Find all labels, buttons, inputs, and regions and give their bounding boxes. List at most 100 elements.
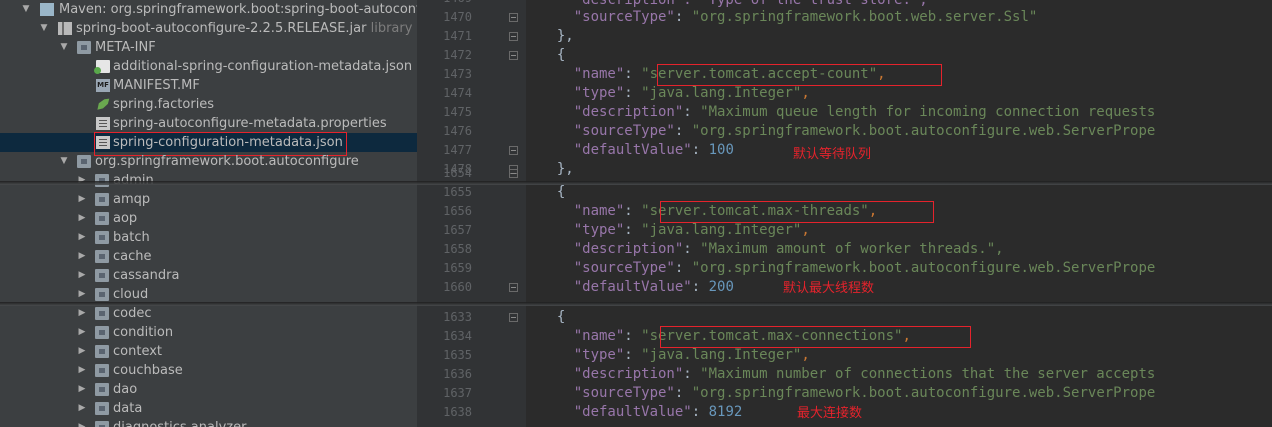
collapsed-arrow-icon[interactable]: ▶: [76, 380, 88, 399]
package-icon: [95, 326, 109, 339]
expand-arrow-icon[interactable]: ▼: [38, 19, 50, 38]
tree-row-subpackage[interactable]: ▶ dao: [0, 380, 417, 399]
tree-row-jar[interactable]: ▼ spring-boot-autoconfigure-2.2.5.RELEAS…: [0, 19, 417, 38]
code-line-type: "type": "java.lang.Integer",: [573, 222, 810, 238]
collapsed-arrow-icon[interactable]: ▶: [76, 247, 88, 266]
annotation-highlight-box: [660, 326, 971, 348]
package-icon: [95, 364, 109, 377]
tree-row-meta-inf[interactable]: ▼ META-INF: [0, 38, 417, 57]
tree-row-subpackage[interactable]: ▶ context: [0, 342, 417, 361]
tree-label: amqp: [113, 192, 151, 207]
collapsed-arrow-icon[interactable]: ▶: [76, 361, 88, 380]
tree-row-maven-root[interactable]: ▼ Maven: org.springframework.boot:spring…: [0, 0, 417, 19]
tree-row-subpackage[interactable]: ▶ aop: [0, 209, 417, 228]
line-number: 1636: [443, 367, 472, 381]
tree-row-file[interactable]: spring-autoconfigure-metadata.properties: [0, 114, 417, 133]
manifest-file-icon: MF: [96, 79, 110, 92]
annotation-highlight-box: [657, 64, 942, 86]
line-number: 1633: [443, 310, 472, 324]
tree-row-subpackage[interactable]: ▶ diagnostics.analyzer: [0, 418, 417, 427]
code-line-description: "description": "Maximum amount of worker…: [573, 241, 1004, 257]
line-number: 1474: [443, 86, 472, 100]
line-number: 1470: [443, 10, 472, 24]
tree-row-subpackage[interactable]: ▶ couchbase: [0, 361, 417, 380]
fold-marker-icon[interactable]: [509, 32, 518, 41]
tree-row-subpackage[interactable]: ▶ batch: [0, 228, 417, 247]
collapsed-arrow-icon[interactable]: ▶: [76, 228, 88, 247]
code-line-sourcetype: "sourceType": "org.springframework.boot.…: [573, 385, 1156, 401]
tree-label: diagnostics.analyzer: [113, 418, 246, 427]
tree-label: cassandra: [113, 268, 180, 283]
tree-row-subpackage[interactable]: ▶ condition: [0, 323, 417, 342]
line-number: 1473: [443, 67, 472, 81]
code-line: },: [556, 161, 574, 177]
package-icon: [95, 269, 109, 282]
code-line-type: "type": "java.lang.Integer",: [573, 85, 810, 101]
code-line: {: [556, 309, 566, 325]
tree-row-subpackage[interactable]: ▶ amqp: [0, 190, 417, 209]
expand-arrow-icon[interactable]: ▼: [58, 38, 70, 57]
tree-label: dao: [113, 382, 138, 397]
package-icon: [95, 250, 109, 263]
line-number: 1657: [443, 223, 472, 237]
folder-icon: [77, 41, 91, 54]
fold-marker-icon[interactable]: [509, 13, 518, 22]
line-number: 1656: [443, 204, 472, 218]
tree-label: MANIFEST.MF: [113, 78, 200, 93]
code-line-sourcetype: "sourceType": "org.springframework.boot.…: [573, 123, 1156, 139]
line-number: 1469: [420, 0, 472, 8]
code-line-type: "type": "java.lang.Integer",: [573, 347, 810, 363]
line-number: 1638: [443, 405, 472, 419]
collapsed-arrow-icon[interactable]: ▶: [76, 399, 88, 418]
tree-row-file[interactable]: additional-spring-configuration-metadata…: [0, 57, 417, 76]
tree-row-package[interactable]: ▼ org.springframework.boot.autoconfigure: [0, 152, 417, 171]
package-icon: [95, 383, 109, 396]
annotation-highlight-box: [660, 201, 934, 223]
spring-leaf-icon: [97, 98, 110, 110]
package-icon: [95, 193, 109, 206]
fold-marker-icon[interactable]: [509, 146, 518, 155]
fold-marker-icon[interactable]: [509, 313, 518, 322]
collapsed-arrow-icon[interactable]: ▶: [76, 209, 88, 228]
line-number: 1477: [443, 143, 472, 157]
collapsed-arrow-icon[interactable]: ▶: [76, 342, 88, 361]
code-line-sourcetype: "sourceType": "org.springframework.boot.…: [573, 260, 1156, 276]
screenshot-separator: [0, 181, 1272, 185]
package-icon: [95, 421, 109, 427]
tree-row-subpackage[interactable]: ▶ cache: [0, 247, 417, 266]
line-number: 1658: [443, 242, 472, 256]
tree-row-subpackage[interactable]: ▶ cassandra: [0, 266, 417, 285]
fold-marker-icon[interactable]: [509, 51, 518, 60]
project-tree: ▼ Maven: org.springframework.boot:spring…: [0, 0, 417, 427]
code-line-description: "description": "Maximum queue length for…: [573, 104, 1156, 120]
tree-label: spring.factories: [113, 97, 215, 112]
line-number: 1475: [443, 105, 472, 119]
package-icon: [77, 155, 91, 168]
collapsed-arrow-icon[interactable]: ▶: [76, 304, 88, 323]
code-line-defaultvalue: "defaultValue": 200: [573, 279, 734, 295]
line-number: 1659: [443, 261, 472, 275]
fold-marker-icon[interactable]: [509, 169, 518, 178]
code-line-description: "description": "Maximum number of connec…: [573, 366, 1156, 382]
collapsed-arrow-icon[interactable]: ▶: [76, 190, 88, 209]
collapsed-arrow-icon[interactable]: ▶: [76, 266, 88, 285]
line-number: 1637: [443, 386, 472, 400]
line-number: 1472: [443, 48, 472, 62]
collapsed-arrow-icon[interactable]: ▶: [76, 418, 88, 427]
tree-label: spring-autoconfigure-metadata.properties: [113, 116, 387, 131]
tree-row-file[interactable]: spring.factories: [0, 95, 417, 114]
library-hint: library ro: [370, 21, 417, 36]
expand-arrow-icon[interactable]: ▼: [58, 152, 70, 171]
package-icon: [95, 231, 109, 244]
tree-label: condition: [113, 325, 174, 340]
tree-row-file[interactable]: MF MANIFEST.MF: [0, 76, 417, 95]
code-line: },: [556, 28, 574, 44]
collapsed-arrow-icon[interactable]: ▶: [76, 323, 88, 342]
json-file-icon: [94, 60, 110, 74]
tree-row-subpackage[interactable]: ▶ data: [0, 399, 417, 418]
expand-arrow-icon[interactable]: ▼: [20, 0, 32, 19]
tree-row-subpackage[interactable]: ▶ codec: [0, 304, 417, 323]
properties-file-icon: [96, 117, 110, 130]
annotation-note: 最大连接数: [797, 406, 863, 421]
fold-marker-icon[interactable]: [509, 283, 518, 292]
